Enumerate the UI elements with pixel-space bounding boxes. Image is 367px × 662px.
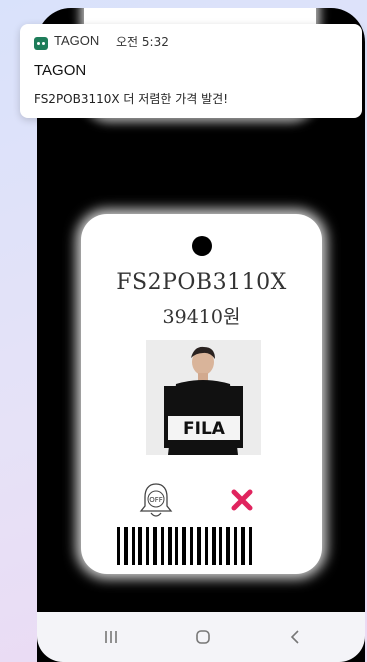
product-code: FS2POB3110X [116,270,287,295]
notification-app-name: TAGON [54,33,100,48]
photo-print-text: FILA [183,419,226,439]
navigation-bar [37,612,365,662]
tag-hole [192,236,212,256]
notification-card[interactable]: TAGON 오전 5:32 TAGON FS2POB3110X 더 저렴한 가격… [20,24,362,118]
alarm-off-icon[interactable]: OFF [139,481,173,521]
notification-time: 오전 5:32 [116,35,169,49]
close-icon[interactable] [230,488,254,512]
notification-message: FS2POB3110X 더 저렴한 가격 발견! [34,92,229,106]
recents-icon[interactable] [99,625,123,649]
home-icon[interactable] [191,625,215,649]
barcode [117,527,285,565]
price-tag-card[interactable]: FS2POB3110X 39410원 FILA OFF [81,214,322,574]
alarm-off-label: OFF [149,496,163,504]
product-photo: FILA [146,340,261,455]
back-icon[interactable] [283,625,307,649]
product-price: 39410원 [162,306,241,328]
notification-title: TAGON [34,62,87,79]
app-icon [34,35,48,50]
